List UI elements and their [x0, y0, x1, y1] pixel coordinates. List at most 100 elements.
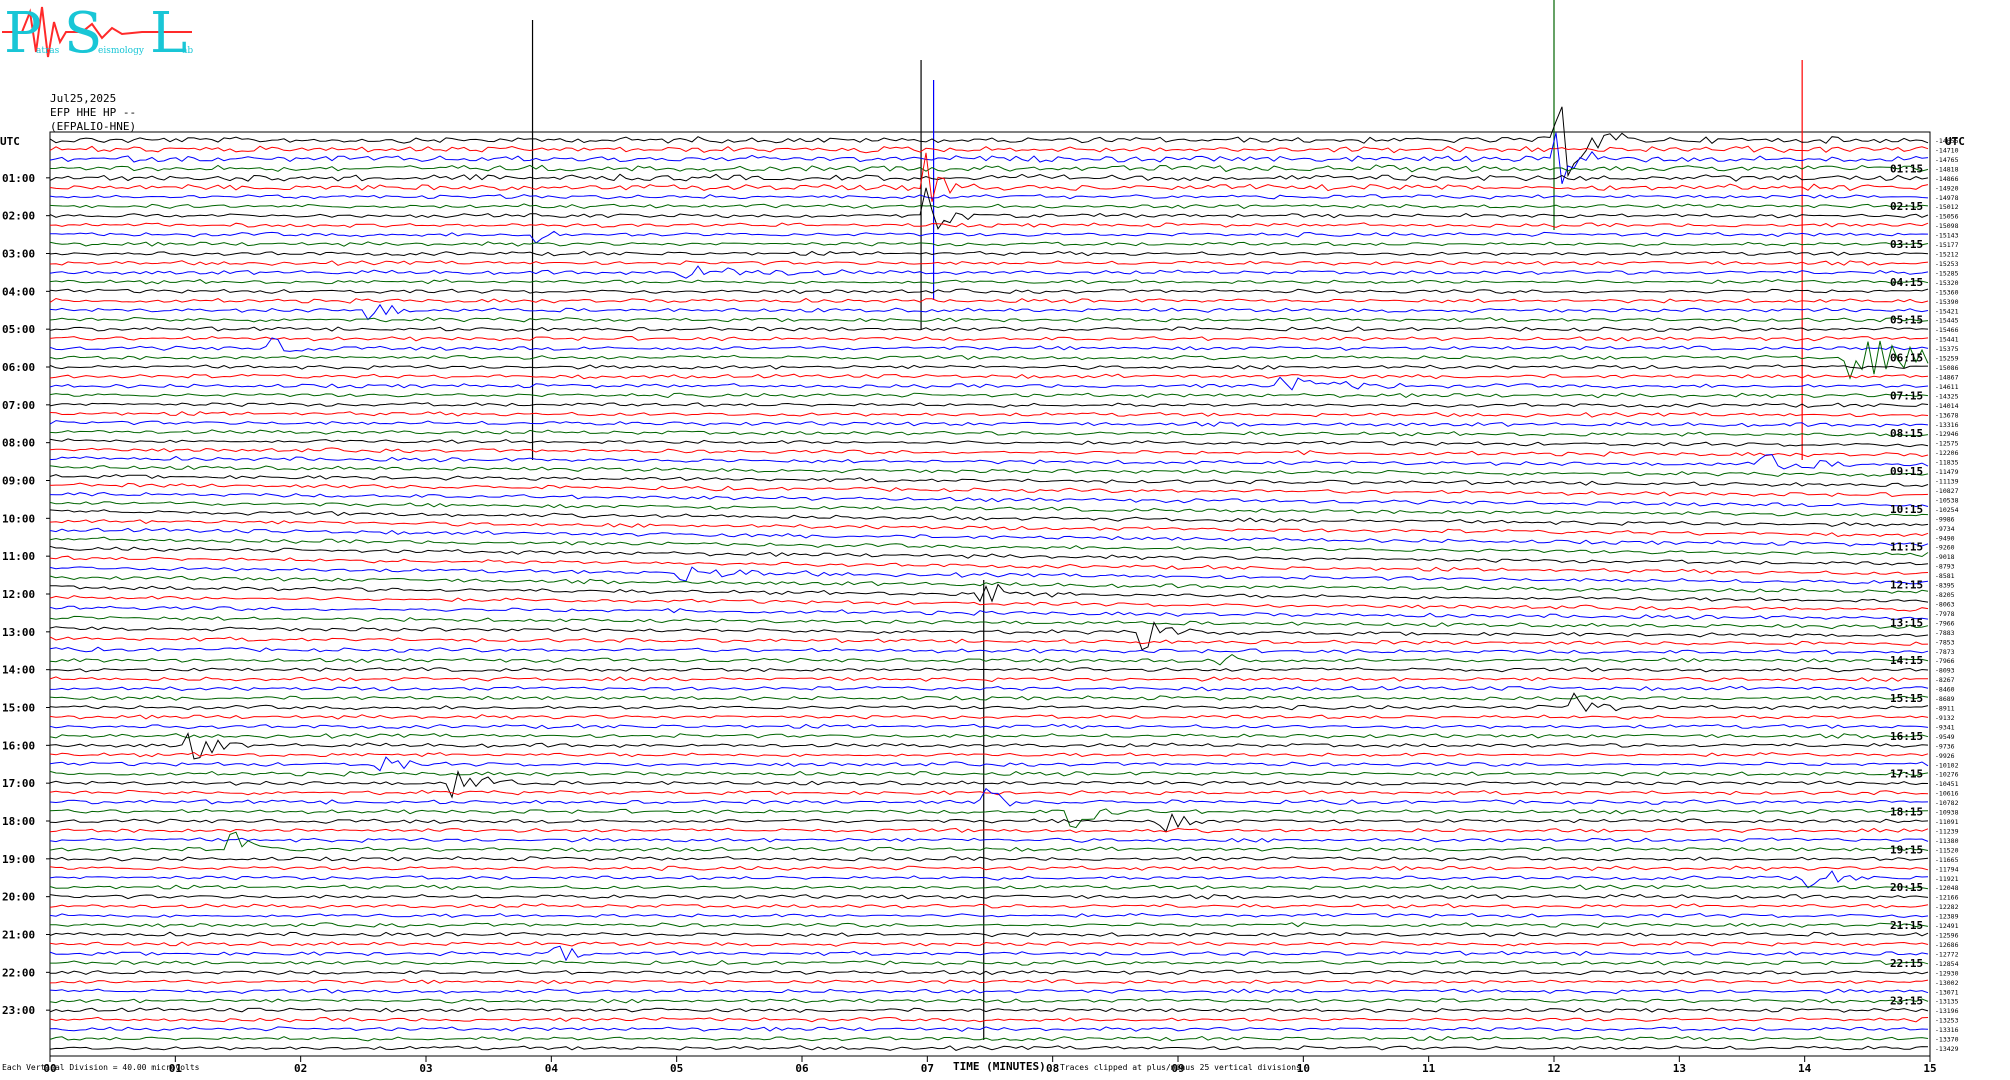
hour-label-left-14: 15:00 — [2, 702, 35, 715]
hour-label-left-13: 14:00 — [2, 664, 35, 677]
trace-offset-label-58: -8460 — [1935, 686, 1955, 694]
trace-offset-label-91: -13135 — [1935, 998, 1959, 1006]
x-tick-label-5: 05 — [670, 1062, 683, 1075]
hour-label-left-6: 07:00 — [2, 399, 35, 412]
hour-label-left-15: 16:00 — [2, 739, 35, 752]
hour-label-right-6: 07:15 — [1890, 389, 1923, 402]
trace-offset-label-55: -7966 — [1935, 657, 1955, 665]
trace-line-96 — [49, 1045, 1929, 1051]
trace-line-26 — [49, 376, 1929, 391]
x-tick-label-8: 08 — [1046, 1062, 1059, 1075]
trace-offset-label-93: -13253 — [1935, 1017, 1959, 1025]
trace-line-43 — [49, 536, 1929, 558]
hour-label-right-5: 06:15 — [1890, 352, 1923, 365]
trace-line-28 — [49, 402, 1929, 408]
trace-offset-label-46: -8581 — [1935, 572, 1955, 580]
trace-line-42 — [49, 527, 1929, 547]
trace-offset-label-37: -10827 — [1935, 487, 1959, 495]
hour-label-left-3: 04:00 — [2, 285, 35, 298]
hour-label-right-19: 20:15 — [1890, 881, 1923, 894]
trace-offset-label-18: -15421 — [1935, 307, 1959, 315]
trace-offset-label-88: -12930 — [1935, 969, 1959, 977]
trace-offset-label-4: -14866 — [1935, 175, 1959, 183]
trace-offset-label-67: -10276 — [1935, 771, 1959, 779]
trace-offset-label-43: -9260 — [1935, 544, 1955, 552]
trace-line-90 — [49, 988, 1929, 995]
trace-line-19 — [49, 316, 1929, 323]
plot-frame — [49, 131, 1931, 1057]
trace-offset-label-81: -12282 — [1935, 903, 1959, 911]
trace-line-14 — [49, 265, 1929, 279]
trace-offset-label-54: -7873 — [1935, 648, 1955, 656]
trace-line-82 — [49, 912, 1929, 918]
trace-line-79 — [49, 884, 1929, 891]
hour-label-right-22: 23:15 — [1890, 995, 1923, 1008]
trace-line-86 — [49, 945, 1929, 962]
trace-offset-label-89: -13002 — [1935, 979, 1959, 987]
trace-offset-label-5: -14920 — [1935, 184, 1959, 192]
trace-line-94 — [49, 1026, 1929, 1032]
trace-offset-label-83: -12491 — [1935, 922, 1959, 930]
hour-label-left-20: 21:00 — [2, 929, 35, 942]
hour-label-left-4: 05:00 — [2, 323, 35, 336]
trace-line-78 — [49, 870, 1929, 889]
trace-offset-label-69: -10616 — [1935, 790, 1959, 798]
trace-line-7 — [49, 203, 1929, 209]
trace-offset-label-86: -12772 — [1935, 950, 1959, 958]
footer-clip: Traces clipped at plus/minus 25 vertical… — [1060, 1063, 1301, 1072]
trace-offset-label-36: -11139 — [1935, 478, 1959, 486]
trace-offset-label-33: -12206 — [1935, 449, 1959, 457]
trace-line-74 — [49, 837, 1929, 843]
trace-offset-label-63: -9549 — [1935, 733, 1955, 741]
hour-label-left-16: 17:00 — [2, 777, 35, 790]
trace-offset-label-68: -10451 — [1935, 780, 1959, 788]
hour-label-left-21: 22:00 — [2, 966, 35, 979]
trace-offset-label-9: -15098 — [1935, 222, 1959, 230]
trace-line-24 — [49, 364, 1929, 370]
x-tick-label-4: 04 — [545, 1062, 559, 1075]
trace-line-21 — [49, 335, 1929, 342]
trace-offset-label-30: -13316 — [1935, 421, 1959, 429]
trace-offset-label-65: -9926 — [1935, 752, 1955, 760]
hour-label-left-8: 09:00 — [2, 475, 35, 488]
trace-line-58 — [49, 685, 1929, 692]
trace-offset-label-29: -13678 — [1935, 411, 1959, 419]
trace-line-89 — [49, 979, 1929, 985]
trace-offset-label-49: -8063 — [1935, 600, 1955, 608]
hour-label-right-2: 03:15 — [1890, 238, 1923, 251]
trace-offset-label-19: -15445 — [1935, 317, 1959, 325]
trace-offset-label-42: -9490 — [1935, 534, 1955, 542]
x-tick-label-15: 15 — [1923, 1062, 1936, 1075]
x-tick-label-7: 07 — [921, 1062, 934, 1075]
trace-line-70 — [49, 787, 1929, 807]
hour-label-right-15: 16:15 — [1890, 730, 1923, 743]
trace-line-3 — [49, 164, 1929, 173]
trace-line-20 — [49, 326, 1929, 333]
trace-line-59 — [49, 695, 1929, 701]
trace-line-87 — [50, 960, 1929, 966]
trace-line-35 — [49, 465, 1929, 477]
trace-offset-label-32: -12575 — [1935, 440, 1959, 448]
trace-offset-label-51: -7966 — [1935, 619, 1955, 627]
trace-offset-label-90: -13071 — [1935, 988, 1959, 996]
hour-label-left-10: 11:00 — [2, 550, 35, 563]
trace-offset-label-72: -11091 — [1935, 818, 1959, 826]
trace-line-71 — [49, 808, 1929, 829]
trace-offset-label-50: -7978 — [1935, 610, 1955, 618]
x-tick-label-13: 13 — [1673, 1062, 1686, 1075]
trace-offset-label-31: -12946 — [1935, 430, 1959, 438]
trace-offset-label-84: -12596 — [1935, 932, 1959, 940]
trace-offset-label-12: -15212 — [1935, 251, 1959, 259]
hour-label-right-21: 22:15 — [1890, 957, 1923, 970]
hour-label-left-22: 23:00 — [2, 1004, 35, 1017]
trace-offset-label-79: -12048 — [1935, 884, 1959, 892]
trace-offset-label-62: -9341 — [1935, 723, 1955, 731]
trace-line-17 — [49, 297, 1929, 304]
trace-line-56 — [49, 666, 1929, 673]
trace-offset-label-74: -11380 — [1935, 837, 1959, 845]
trace-line-55 — [49, 653, 1929, 666]
hour-label-left-1: 02:00 — [2, 210, 35, 223]
trace-line-92 — [49, 1007, 1929, 1013]
hour-label-left-19: 20:00 — [2, 891, 35, 904]
trace-line-1 — [49, 145, 1929, 154]
